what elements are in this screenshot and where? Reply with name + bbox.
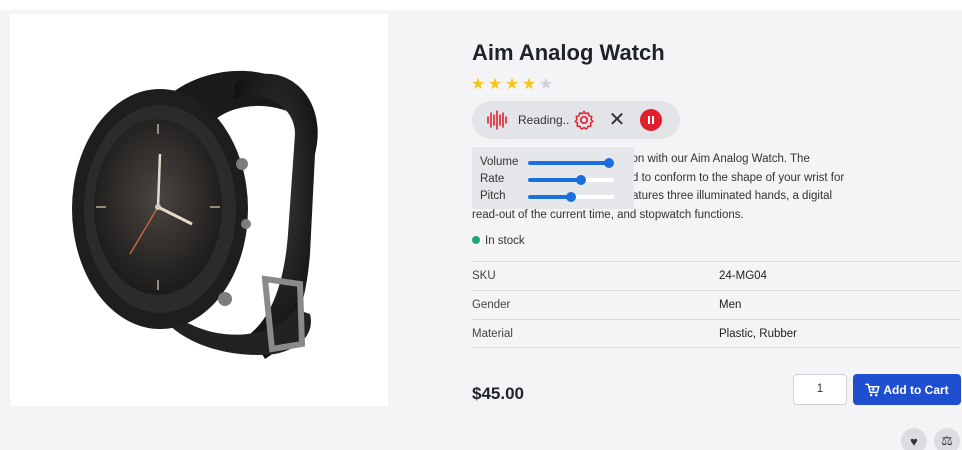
pitch-slider-thumb[interactable] — [566, 192, 576, 202]
spec-key: Gender — [472, 299, 511, 311]
spec-key: Material — [472, 328, 513, 340]
heart-icon: ♥ — [910, 433, 918, 449]
stock-status: In stock — [472, 235, 525, 247]
soundwave-icon[interactable] — [486, 110, 508, 130]
table-row: SKU 24-MG04 — [472, 261, 960, 290]
watch-illustration — [72, 70, 318, 360]
product-price: $45.00 — [472, 384, 524, 403]
star-filled-icon: ★ — [504, 76, 520, 93]
spec-value: Plastic, Rubber — [719, 328, 797, 340]
star-filled-icon: ★ — [487, 76, 503, 93]
product-image — [10, 14, 388, 406]
star-filled-icon: ★ — [521, 76, 537, 93]
pause-icon[interactable] — [640, 109, 662, 131]
star-empty-icon: ★ — [538, 76, 554, 93]
gear-icon[interactable] — [573, 109, 595, 131]
text-to-speech-bar: Reading.. ✕ — [472, 101, 680, 139]
cart-icon — [865, 383, 880, 396]
volume-slider-thumb[interactable] — [604, 158, 614, 168]
table-row: Material Plastic, Rubber — [472, 319, 960, 348]
spec-value: 24-MG04 — [719, 270, 767, 282]
volume-slider[interactable] — [528, 158, 614, 168]
pitch-setting: Pitch — [480, 189, 630, 205]
close-icon[interactable]: ✕ — [606, 109, 628, 131]
rating-stars: ★ ★ ★ ★ ★ — [470, 76, 554, 94]
stock-indicator-dot — [472, 236, 480, 244]
wishlist-button[interactable]: ♥ — [901, 428, 927, 450]
speech-settings-panel: Volume Rate Pitch — [472, 147, 634, 209]
volume-label: Volume — [480, 156, 519, 168]
rate-slider[interactable] — [528, 175, 614, 185]
pitch-slider[interactable] — [528, 192, 614, 202]
rate-label: Rate — [480, 173, 505, 185]
add-to-cart-label: Add to Cart — [883, 382, 949, 397]
rate-slider-thumb[interactable] — [576, 175, 586, 185]
pitch-label: Pitch — [480, 190, 506, 202]
star-filled-icon: ★ — [470, 76, 486, 93]
quantity-input[interactable]: 1 — [793, 374, 847, 405]
stock-label: In stock — [485, 235, 525, 247]
product-specs-table: SKU 24-MG04 Gender Men Material Plastic,… — [472, 261, 960, 348]
product-title: Aim Analog Watch — [472, 40, 665, 65]
compare-button[interactable]: ⚖ — [934, 428, 960, 450]
table-row: Gender Men — [472, 290, 960, 319]
volume-setting: Volume — [480, 155, 630, 171]
spec-value: Men — [719, 299, 742, 311]
spec-key: SKU — [472, 270, 496, 282]
reader-status: Reading.. — [518, 113, 570, 127]
rate-setting: Rate — [480, 172, 630, 188]
scale-icon: ⚖ — [941, 433, 953, 448]
add-to-cart-button[interactable]: Add to Cart — [853, 374, 961, 405]
